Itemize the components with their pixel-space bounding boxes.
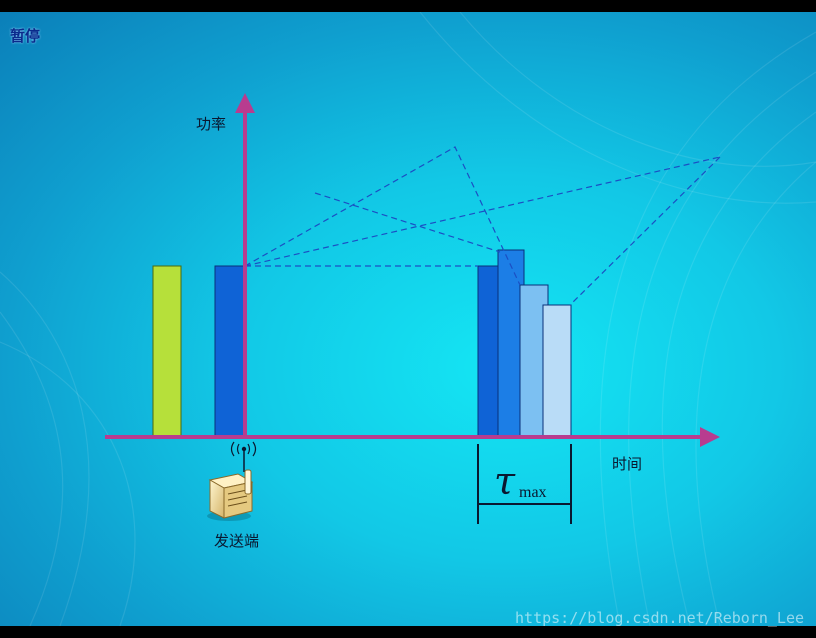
y-axis-label: 功率 [196,115,227,133]
tau-subscript: max [519,484,547,501]
path-reflect-2 [244,156,721,267]
bar-received-1 [477,265,501,438]
watermark: https://blog.csdn.net/Reborn_Lee [515,609,804,627]
transmitter-server-icon [207,441,257,521]
transmitter-label: 发送端 [214,532,260,550]
x-axis-label: 时间 [612,455,643,473]
bar-green [152,265,182,438]
path-reflect-4 [569,156,721,306]
path-reflect-1 [244,146,521,286]
multipath-diagram [105,93,721,524]
bar-received-4 [542,304,572,438]
bar-transmit [214,265,246,438]
tau-symbol: τ [494,459,516,503]
